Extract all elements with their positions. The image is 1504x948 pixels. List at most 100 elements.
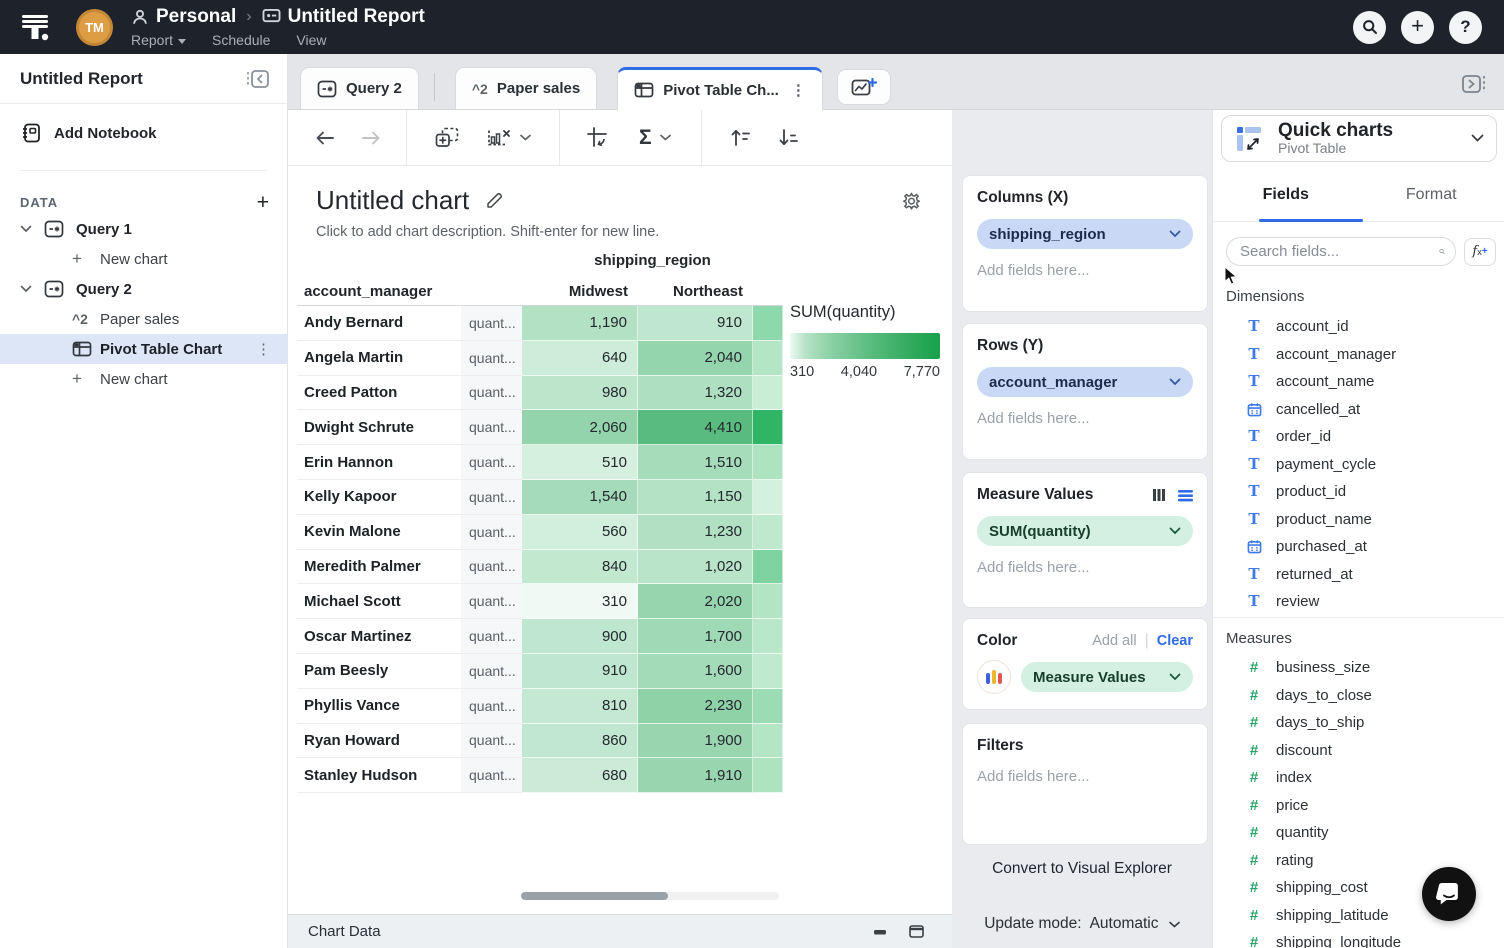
filters-add-fields-placeholder[interactable]: Add fields here... xyxy=(977,768,1193,785)
avatar[interactable]: TM xyxy=(76,9,113,46)
aggregate-button[interactable]: Σ xyxy=(639,126,652,150)
add-notebook-button[interactable]: Add Notebook xyxy=(20,122,157,144)
measures-as-rows-toggle[interactable] xyxy=(1178,489,1193,502)
dimension-field-cancelled_at[interactable]: cancelled_at xyxy=(1213,396,1504,424)
add-widget-button[interactable] xyxy=(435,127,459,148)
sidebar-item-pivot-table-chart[interactable]: Pivot Table Chart ⋮ xyxy=(0,334,287,364)
search-fields-input[interactable] xyxy=(1226,237,1456,266)
pivot-value-cell: 1,910 xyxy=(638,758,753,793)
sidebar-item-new-chart[interactable]: + New chart xyxy=(0,364,287,394)
pivot-value-cell: 640 xyxy=(522,341,638,376)
pivot-row: Phyllis Vance quant...8102,230 xyxy=(297,689,783,724)
new-chart-tab-button[interactable] xyxy=(837,69,891,105)
dimension-field-account_manager[interactable]: Taccount_manager xyxy=(1213,341,1504,369)
dimension-field-returned_at[interactable]: Treturned_at xyxy=(1213,561,1504,589)
measure-field-days_to_close[interactable]: # days_to_close xyxy=(1213,682,1504,710)
pivot-row: Michael Scott quant...3102,020 xyxy=(297,584,783,619)
color-clear-button[interactable]: Clear xyxy=(1157,633,1193,649)
color-palette-icon[interactable] xyxy=(977,660,1011,694)
add-formula-button[interactable]: fx+ xyxy=(1464,238,1496,266)
sidebar-item-paper-sales[interactable]: ^2 Paper sales xyxy=(0,304,287,334)
dimension-field-review[interactable]: Treview xyxy=(1213,588,1504,616)
swap-axes-button[interactable] xyxy=(586,126,609,149)
columns-add-fields-placeholder[interactable]: Add fields here... xyxy=(977,262,1193,279)
edit-title-icon[interactable] xyxy=(485,191,504,210)
dimension-field-order_id[interactable]: Torder_id xyxy=(1213,423,1504,451)
measure-field-index[interactable]: # index xyxy=(1213,764,1504,792)
color-add-all-button[interactable]: Add all xyxy=(1092,633,1136,649)
measure-field-days_to_ship[interactable]: # days_to_ship xyxy=(1213,709,1504,737)
chart-title[interactable]: Untitled chart xyxy=(316,185,504,216)
horizontal-scrollbar[interactable] xyxy=(521,892,779,900)
tab-query-2[interactable]: Query 2 xyxy=(300,67,419,109)
app-logo-icon[interactable] xyxy=(18,10,52,44)
chevron-down-icon[interactable] xyxy=(20,285,34,293)
dimension-field-purchased_at[interactable]: purchased_at xyxy=(1213,533,1504,561)
convert-to-visual-explorer-button[interactable]: Convert to Visual Explorer xyxy=(952,860,1212,878)
measure-pill[interactable]: SUM(quantity) xyxy=(977,516,1193,546)
text-type-icon: T xyxy=(1246,429,1262,444)
measure-field-price[interactable]: # price xyxy=(1213,792,1504,820)
color-field-pill[interactable]: Measure Values xyxy=(1021,662,1193,692)
sidebar-item-query-1[interactable]: Query 1 xyxy=(0,214,287,244)
dimension-field-account_id[interactable]: Taccount_id xyxy=(1213,313,1504,341)
chart-description-placeholder[interactable]: Click to add chart description. Shift-en… xyxy=(316,224,659,240)
expand-right-panel-button[interactable] xyxy=(1460,72,1490,96)
dimensions-header: Dimensions xyxy=(1226,288,1304,305)
scrollbar-thumb[interactable] xyxy=(521,892,668,900)
chart-type-selector[interactable]: Quick charts Pivot Table xyxy=(1221,115,1497,162)
menu-view[interactable]: View xyxy=(296,32,326,48)
collapse-sidebar-button[interactable] xyxy=(245,68,271,90)
breadcrumb-workspace[interactable]: Personal xyxy=(156,6,236,28)
pivot-row-dimension-header[interactable]: account_manager xyxy=(297,278,461,305)
rows-field-pill[interactable]: account_manager xyxy=(977,367,1193,397)
tab-format[interactable]: Format xyxy=(1359,168,1504,221)
kebab-menu-icon[interactable]: ⋮ xyxy=(256,340,271,358)
menu-schedule[interactable]: Schedule xyxy=(212,32,270,48)
measures-add-fields-placeholder[interactable]: Add fields here... xyxy=(977,559,1193,576)
dimension-field-account_name[interactable]: Taccount_name xyxy=(1213,368,1504,396)
pivot-column-header-midwest[interactable]: Midwest xyxy=(522,278,638,305)
search-fields-text-input[interactable] xyxy=(1240,243,1439,260)
tab-pivot-table-ch[interactable]: Pivot Table Ch...⋮ xyxy=(617,67,823,110)
tab-kebab-menu[interactable]: ⋮ xyxy=(791,81,806,99)
update-mode-control[interactable]: Update mode:Automatic xyxy=(952,915,1212,933)
tab-fields[interactable]: Fields xyxy=(1213,168,1359,221)
pivot-value-cell: 2,230 xyxy=(638,689,753,724)
help-button[interactable]: ? xyxy=(1449,11,1482,44)
pivot-row-label: Kelly Kapoor xyxy=(297,480,461,515)
redo-button[interactable] xyxy=(360,130,382,146)
dimension-field-product_id[interactable]: Tproduct_id xyxy=(1213,478,1504,506)
dimension-field-product_name[interactable]: Tproduct_name xyxy=(1213,506,1504,534)
maximize-window-icon[interactable] xyxy=(909,925,924,938)
chart-data-bar[interactable]: Chart Data xyxy=(288,914,952,948)
tab-paper-sales[interactable]: ^2 Paper sales xyxy=(455,67,597,109)
chart-type-subtitle: Pivot Table xyxy=(1278,140,1471,156)
sidebar-item-new-chart[interactable]: + New chart xyxy=(0,244,287,274)
measure-field-discount[interactable]: # discount xyxy=(1213,737,1504,765)
minimize-icon[interactable] xyxy=(873,927,887,937)
divider xyxy=(559,110,560,166)
chevron-down-icon[interactable] xyxy=(20,225,34,233)
dimension-field-payment_cycle[interactable]: Tpayment_cycle xyxy=(1213,451,1504,479)
measures-as-columns-toggle[interactable] xyxy=(1152,488,1166,502)
pivot-column-header-northeast[interactable]: Northeast xyxy=(638,278,753,305)
add-button[interactable]: + xyxy=(1401,11,1434,44)
add-data-button[interactable]: + xyxy=(257,192,269,213)
update-mode-value[interactable]: Automatic xyxy=(1090,915,1159,932)
remove-chart-button[interactable] xyxy=(487,128,512,148)
measure-field-quantity[interactable]: # quantity xyxy=(1213,819,1504,847)
sort-descending-button[interactable] xyxy=(778,128,800,147)
columns-field-pill[interactable]: shipping_region xyxy=(977,219,1193,249)
measure-field-shipping_longitude[interactable]: # shipping_longitude xyxy=(1213,929,1504,948)
menu-report[interactable]: Report xyxy=(131,32,186,48)
measure-field-business_size[interactable]: # business_size xyxy=(1213,654,1504,682)
sidebar-item-query-2[interactable]: Query 2 xyxy=(0,274,287,304)
sort-ascending-button[interactable] xyxy=(730,128,752,147)
undo-button[interactable] xyxy=(314,130,336,146)
rows-add-fields-placeholder[interactable]: Add fields here... xyxy=(977,410,1193,427)
chat-support-button[interactable] xyxy=(1422,867,1476,921)
search-button[interactable] xyxy=(1353,11,1386,44)
breadcrumb-report[interactable]: Untitled Report xyxy=(288,6,425,28)
chart-settings-button[interactable] xyxy=(894,184,928,218)
